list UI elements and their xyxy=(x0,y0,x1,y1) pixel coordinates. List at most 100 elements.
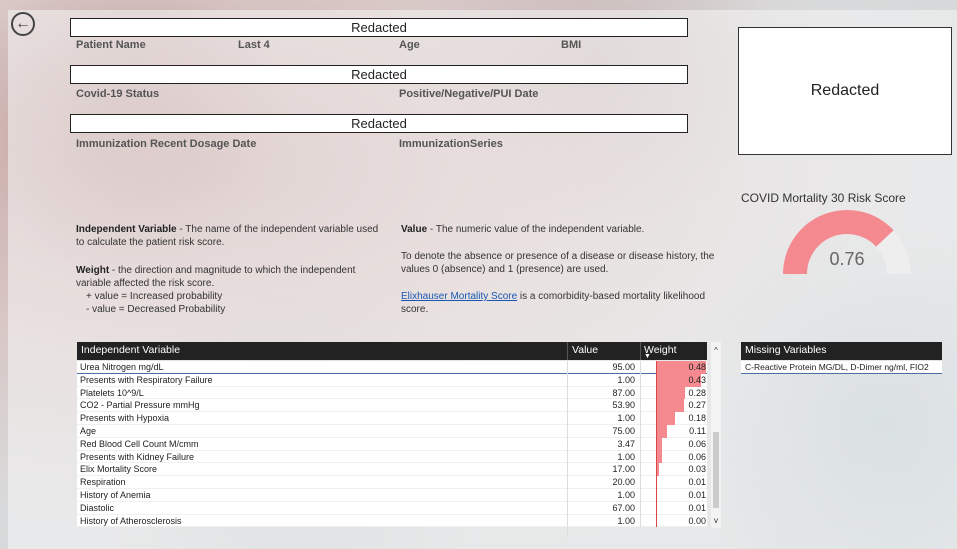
elixhauser-link[interactable]: Elixhauser Mortality Score xyxy=(401,291,517,302)
weight-axis xyxy=(656,476,657,489)
table-row[interactable]: History of Atherosclerosis 1.00 0.00 xyxy=(77,514,707,528)
back-arrow-icon[interactable]: ← xyxy=(11,12,35,36)
variables-table: Independent Variable Value Weight ▼ Urea… xyxy=(77,342,725,537)
legend-weight: Weight - the direction and magnitude to … xyxy=(76,264,376,316)
row-weight: 0.03 xyxy=(688,464,706,475)
patient-name-label: Patient Name xyxy=(76,39,146,51)
table-row[interactable]: Elix Mortality Score 17.00 0.03 xyxy=(77,463,707,477)
row-weight-cell: 0.48 xyxy=(640,361,708,374)
row-weight: 0.01 xyxy=(688,477,706,488)
row-value: 95.00 xyxy=(612,362,635,372)
legend-value-term: Value xyxy=(401,224,428,235)
row-variable-name: History of Atherosclerosis xyxy=(80,515,182,526)
table-scrollbar[interactable]: ^ v xyxy=(711,342,721,528)
table-row[interactable]: Presents with Respiratory Failure 1.00 0.4… xyxy=(77,373,708,387)
row-weight: 0.06 xyxy=(688,438,706,449)
column-divider xyxy=(567,361,568,537)
row-variable-name: Urea Nitrogen mg/dL xyxy=(80,362,164,372)
row-weight-cell: 0.01 xyxy=(640,476,708,489)
missing-variables-value: C-Reactive Protein MG/DL, D-Dimer ng/ml,… xyxy=(741,361,942,374)
immunization-date-label: Immunization Recent Dosage Date xyxy=(76,138,257,150)
row-variable-name: Age xyxy=(80,425,97,436)
redacted-patient-info: Redacted xyxy=(70,18,688,37)
row-variable-name: Presents with Hypoxia xyxy=(80,413,170,424)
row-value: 20.00 xyxy=(612,477,635,488)
row-value: 67.00 xyxy=(612,502,635,513)
row-weight-cell: 0.28 xyxy=(640,386,708,400)
legend-iv-term: Independent Variable xyxy=(76,224,177,235)
row-variable-name: Diastolic xyxy=(80,502,115,513)
row-value: 1.00 xyxy=(617,515,635,526)
row-weight-cell: 0.01 xyxy=(640,501,708,515)
legend-binary: To denote the absence or presence of a d… xyxy=(401,251,715,275)
missing-variables-header: Missing Variables xyxy=(741,342,942,360)
table-row[interactable]: Urea Nitrogen mg/dL 95.00 0.48 xyxy=(77,361,707,374)
weight-axis xyxy=(656,501,657,515)
immunization-series-label: ImmunizationSeries xyxy=(399,138,503,150)
table-row[interactable]: Presents with Hypoxia 1.00 0.18 xyxy=(77,412,707,425)
row-weight-cell: 0.43 xyxy=(640,373,708,387)
col-independent-variable[interactable]: Independent Variable xyxy=(81,344,180,356)
row-value: 75.00 xyxy=(612,425,635,436)
row-weight: 0.00 xyxy=(688,515,706,526)
row-value: 3.47 xyxy=(617,438,635,449)
row-weight: 0.28 xyxy=(688,387,706,398)
legend-weight-term: Weight xyxy=(76,265,110,276)
row-weight: 0.43 xyxy=(688,374,706,385)
legend-weight-positive: + value = Increased probability xyxy=(86,291,223,302)
scroll-thumb[interactable] xyxy=(713,432,719,508)
legend-independent-variable: Independent Variable - The name of the i… xyxy=(76,223,386,249)
redacted-immunization-info: Redacted xyxy=(70,114,688,133)
table-row[interactable]: CO2 - Partial Pressure mmHg 53.90 0.27 xyxy=(77,399,707,413)
legend-weight-desc: - the direction and magnitude to which t… xyxy=(76,265,356,289)
table-row[interactable]: Red Blood Cell Count M/cmm 3.47 0.06 xyxy=(77,437,707,451)
scroll-up-icon[interactable]: ^ xyxy=(711,344,721,358)
bmi-label: BMI xyxy=(561,39,582,51)
weight-bar xyxy=(656,386,686,400)
table-row[interactable]: History of Anemia 1.00 0.01 xyxy=(77,488,707,502)
legend-value-desc: - The numeric value of the independent v… xyxy=(427,224,645,235)
weight-axis xyxy=(656,514,657,528)
photo-redacted-text: Redacted xyxy=(810,82,880,99)
row-weight: 0.18 xyxy=(688,413,706,424)
row-variable-name: Platelets 10^9/L xyxy=(80,387,144,398)
row-variable-name: Red Blood Cell Count M/cmm xyxy=(80,438,199,449)
weight-bar xyxy=(656,412,675,425)
table-row[interactable]: Presents with Kidney Failure 1.00 0.06 xyxy=(77,450,708,464)
row-value: 17.00 xyxy=(612,464,635,475)
row-weight: 0.01 xyxy=(688,489,706,500)
table-body: Urea Nitrogen mg/dL 95.00 0.48 Presents wit… xyxy=(77,361,708,528)
weight-axis xyxy=(656,450,657,464)
weight-axis xyxy=(656,488,657,502)
row-variable-name: Elix Mortality Score xyxy=(80,464,158,475)
row-variable-name: Presents with Kidney Failure xyxy=(80,451,195,462)
scroll-down-icon[interactable]: v xyxy=(711,514,721,528)
table-row[interactable]: Platelets 10^9/L 87.00 0.28 xyxy=(77,386,708,400)
row-weight-cell: 0.18 xyxy=(640,412,708,425)
gauge-value: 0.76 xyxy=(829,249,865,269)
row-weight: 0.01 xyxy=(688,502,706,513)
weight-bar xyxy=(656,399,685,413)
table-header: Independent Variable Value Weight ▼ xyxy=(77,342,707,360)
redacted-covid-info: Redacted xyxy=(70,65,688,84)
col-value[interactable]: Value xyxy=(572,344,598,356)
row-variable-name: Presents with Respiratory Failure xyxy=(80,374,213,385)
age-label: Age xyxy=(399,39,420,51)
row-variable-name: History of Anemia xyxy=(80,489,151,500)
weight-bar xyxy=(656,424,668,438)
legend-value: Value - The numeric value of the indepen… xyxy=(401,223,721,236)
weight-axis xyxy=(656,399,657,413)
row-weight-cell: 0.06 xyxy=(640,450,708,464)
row-weight: 0.06 xyxy=(688,451,706,462)
last4-label: Last 4 xyxy=(238,39,270,51)
row-variable-name: Respiration xyxy=(80,477,126,488)
table-row[interactable]: Diastolic 67.00 0.01 xyxy=(77,501,708,515)
table-row[interactable]: Respiration 20.00 0.01 xyxy=(77,476,707,489)
table-row[interactable]: Age 75.00 0.11 xyxy=(77,424,707,438)
weight-axis xyxy=(656,463,657,477)
row-value: 1.00 xyxy=(617,489,635,500)
sort-descending-icon[interactable]: ▼ xyxy=(644,353,651,360)
header-divider xyxy=(567,342,568,360)
positive-date-label: Positive/Negative/PUI Date xyxy=(399,88,539,100)
weight-axis xyxy=(656,424,657,438)
